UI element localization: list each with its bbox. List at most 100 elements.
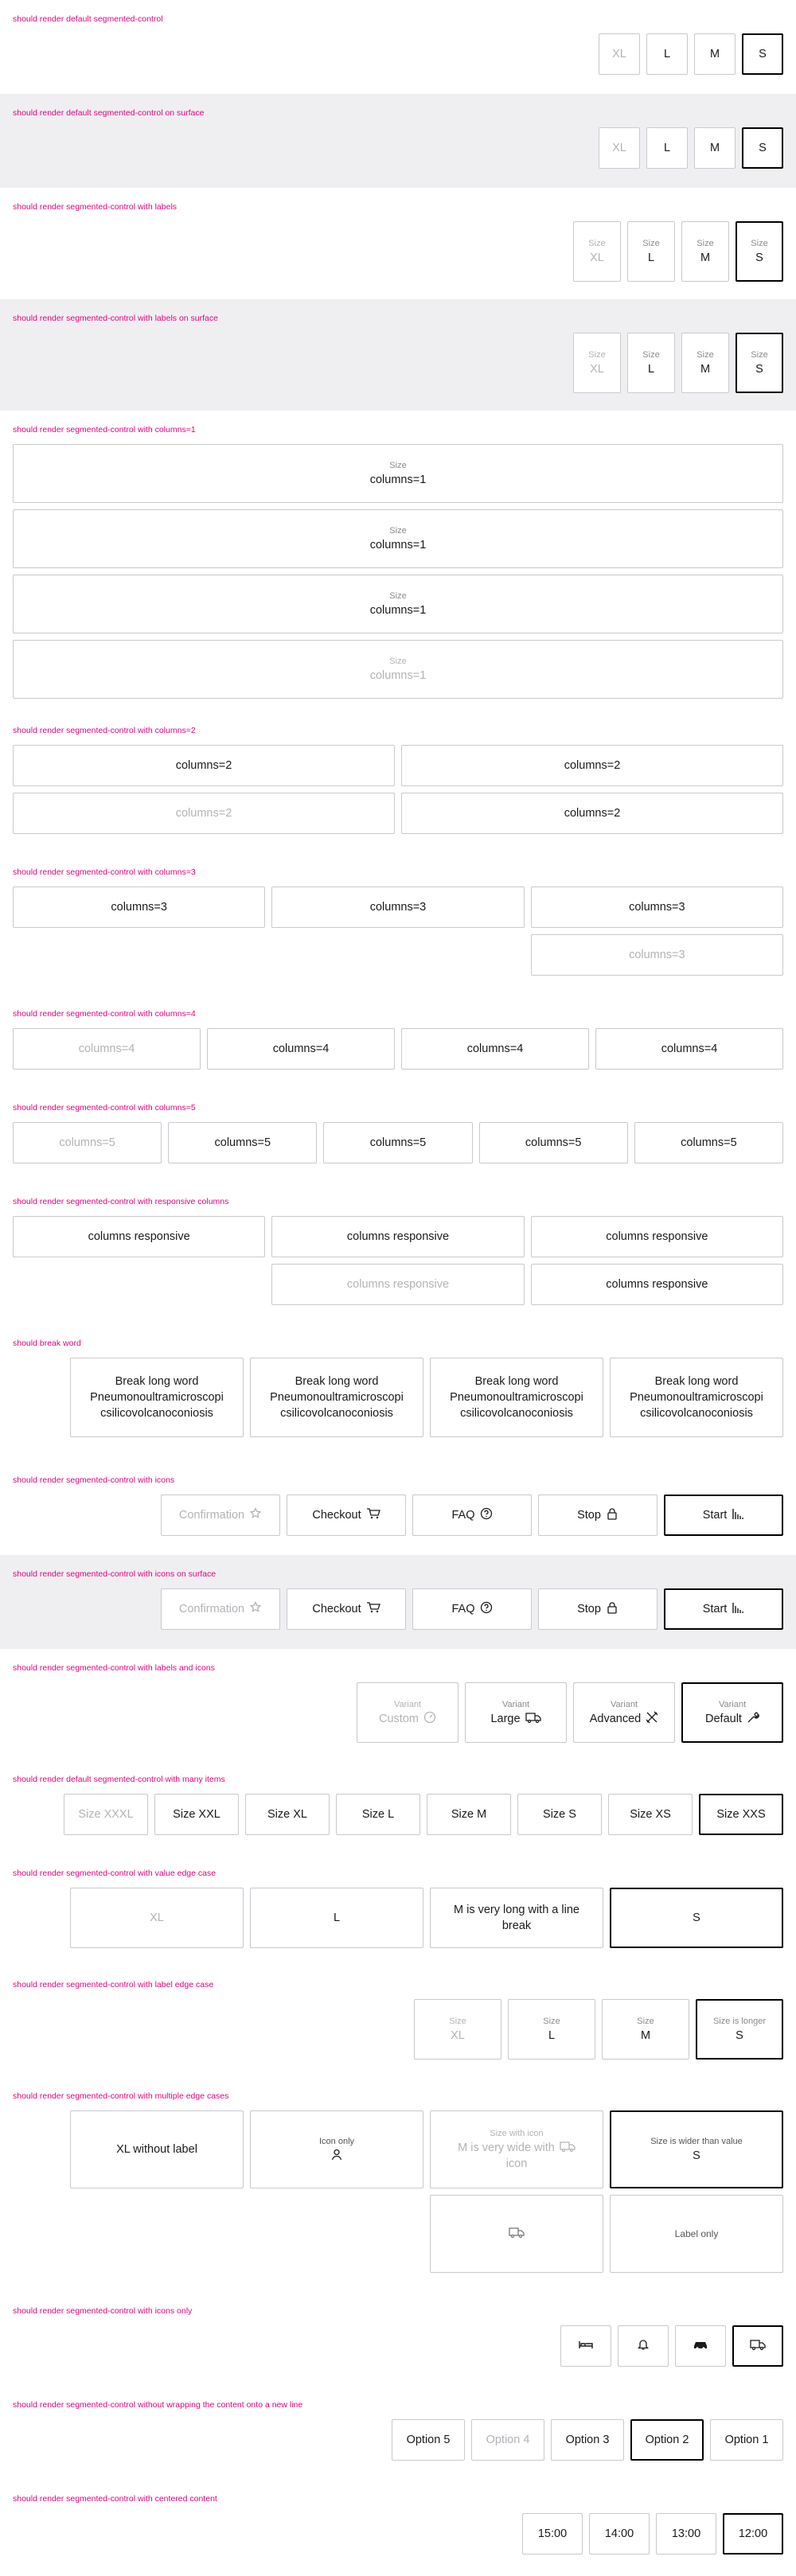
segment-value: Option 1: [724, 2434, 769, 2446]
segment-l[interactable]: L: [646, 33, 688, 75]
segment-xl[interactable]: Size XL: [245, 1794, 330, 1835]
segment-option-1[interactable]: Option 1: [710, 2419, 783, 2461]
segment-xl[interactable]: Size XL: [414, 1999, 501, 2060]
segment-m[interactable]: M: [694, 33, 736, 75]
segment-xxl[interactable]: Size XXL: [154, 1794, 239, 1835]
segment[interactable]: Break long word Pneumonoultramicroscopi cs…: [250, 1358, 423, 1437]
segment-l[interactable]: L: [250, 1888, 423, 1948]
segment[interactable]: columns responsive: [271, 1216, 525, 1257]
segment-m[interactable]: Size M: [602, 1999, 689, 2060]
segment-s[interactable]: Size is longer S: [696, 1999, 783, 2060]
segment-disabled[interactable]: columns=4: [13, 1028, 201, 1070]
segment-option-5[interactable]: Option 5: [392, 2419, 465, 2461]
segment-m[interactable]: Size M: [427, 1794, 511, 1835]
segment-l[interactable]: Size L: [336, 1794, 420, 1835]
segment[interactable]: Size columns=1: [13, 509, 783, 568]
segment-confirmation[interactable]: Confirmation: [161, 1588, 280, 1630]
segment-disabled[interactable]: columns=2: [13, 793, 395, 834]
segment-custom[interactable]: Variant Custom: [357, 1682, 458, 1743]
segment-disabled[interactable]: Size columns=1: [13, 640, 783, 699]
segment[interactable]: Break long word Pneumonoultramicroscopi cs…: [430, 1358, 603, 1437]
segment-1500[interactable]: 15:00: [522, 2513, 583, 2555]
segment[interactable]: columns=3: [530, 887, 783, 928]
segment-faq[interactable]: FAQ: [412, 1588, 532, 1630]
segment[interactable]: columns=2: [13, 745, 395, 786]
segment[interactable]: columns responsive: [530, 1216, 783, 1257]
segment-1300[interactable]: 13:00: [656, 2513, 716, 2555]
segment[interactable]: columns=3: [13, 887, 266, 928]
segment-car[interactable]: [675, 2325, 726, 2367]
segment-s[interactable]: Size S: [736, 333, 783, 393]
segment[interactable]: Break long word Pneumonoultramicroscopi cs…: [70, 1358, 244, 1437]
segment-1200[interactable]: 12:00: [723, 2513, 783, 2555]
segment[interactable]: columns=5: [323, 1122, 473, 1163]
segment-m[interactable]: M is very long with a line break: [430, 1888, 603, 1948]
segment-xxxl[interactable]: Size XXXL: [64, 1794, 148, 1835]
segment-icon-only[interactable]: Icon only: [250, 2110, 423, 2188]
segment-option-4[interactable]: Option 4: [471, 2419, 544, 2461]
segment[interactable]: columns responsive: [13, 1216, 266, 1257]
segment-m[interactable]: M: [694, 127, 736, 169]
segment-value: XL: [612, 142, 626, 154]
segment-disabled[interactable]: columns responsive: [271, 1264, 525, 1305]
section-columns-1: should render segmented-control with col…: [0, 411, 796, 711]
segment-l[interactable]: Size L: [627, 221, 675, 282]
segment-l[interactable]: L: [646, 127, 688, 169]
segment[interactable]: Size columns=1: [13, 575, 783, 633]
segment[interactable]: columns=2: [401, 745, 783, 786]
segment[interactable]: columns=4: [401, 1028, 589, 1070]
segment-default[interactable]: Variant Default: [681, 1682, 783, 1743]
segment-start[interactable]: Start: [664, 1495, 783, 1536]
segment-s[interactable]: Size S: [517, 1794, 602, 1835]
segment[interactable]: Size columns=1: [13, 444, 783, 503]
segment-large[interactable]: Variant Large: [465, 1682, 567, 1743]
segment-xl[interactable]: Size XL: [573, 221, 621, 282]
segment[interactable]: columns=5: [478, 1122, 628, 1163]
segment[interactable]: columns responsive: [530, 1264, 783, 1305]
segment[interactable]: columns=2: [401, 793, 783, 834]
segment-l[interactable]: Size L: [508, 1999, 595, 2060]
segment[interactable]: columns=5: [634, 1122, 783, 1163]
segment-1400[interactable]: 14:00: [589, 2513, 650, 2555]
segment-value: FAQ: [451, 1509, 475, 1522]
segment-s[interactable]: S: [742, 127, 783, 169]
segment[interactable]: columns=4: [207, 1028, 395, 1070]
segment-m[interactable]: Size M: [681, 333, 729, 393]
segment-truck[interactable]: [430, 2195, 603, 2273]
segment-xl[interactable]: XL: [70, 1888, 244, 1948]
segment-xs[interactable]: Size XS: [608, 1794, 693, 1835]
segment-s[interactable]: S: [610, 1888, 783, 1948]
segment-xxs[interactable]: Size XXS: [699, 1794, 783, 1835]
segment-label-only[interactable]: Label only: [610, 2195, 783, 2273]
segment-stop[interactable]: Stop: [538, 1495, 657, 1536]
segment-s[interactable]: S: [742, 33, 783, 75]
segment-checkout[interactable]: Checkout: [287, 1588, 406, 1630]
segment-bell[interactable]: [618, 2325, 669, 2367]
segment-s[interactable]: Size S: [736, 221, 783, 282]
segment-label: Size: [642, 349, 660, 360]
segment-m[interactable]: Size with icon M is very wide with icon: [430, 2110, 603, 2188]
segment-confirmation[interactable]: Confirmation: [161, 1495, 280, 1536]
segment-l[interactable]: Size L: [627, 333, 675, 393]
segment-xl[interactable]: XL without label: [70, 2110, 244, 2188]
segment-advanced[interactable]: Variant Advanced: [573, 1682, 675, 1743]
segment-faq[interactable]: FAQ: [412, 1495, 532, 1536]
segment[interactable]: columns=4: [595, 1028, 783, 1070]
segment-option-2[interactable]: Option 2: [630, 2419, 704, 2461]
segment[interactable]: Break long word Pneumonoultramicroscopi cs…: [610, 1358, 783, 1437]
segment-truck[interactable]: [732, 2325, 783, 2367]
segment-stop[interactable]: Stop: [538, 1588, 657, 1630]
segment-xl[interactable]: XL: [599, 33, 640, 75]
segment-xl[interactable]: XL: [599, 127, 640, 169]
segment-checkout[interactable]: Checkout: [287, 1495, 406, 1536]
segment[interactable]: columns=5: [168, 1122, 318, 1163]
segment-disabled[interactable]: columns=3: [530, 934, 783, 976]
segment-start[interactable]: Start: [664, 1588, 783, 1630]
segment[interactable]: columns=3: [271, 887, 525, 928]
segment-option-3[interactable]: Option 3: [551, 2419, 624, 2461]
segment-disabled[interactable]: columns=5: [13, 1122, 162, 1163]
segment-m[interactable]: Size M: [681, 221, 729, 282]
segment-s[interactable]: Size is wider than value S: [610, 2110, 783, 2188]
segment-bed[interactable]: [560, 2325, 611, 2367]
segment-xl[interactable]: Size XL: [573, 333, 621, 393]
